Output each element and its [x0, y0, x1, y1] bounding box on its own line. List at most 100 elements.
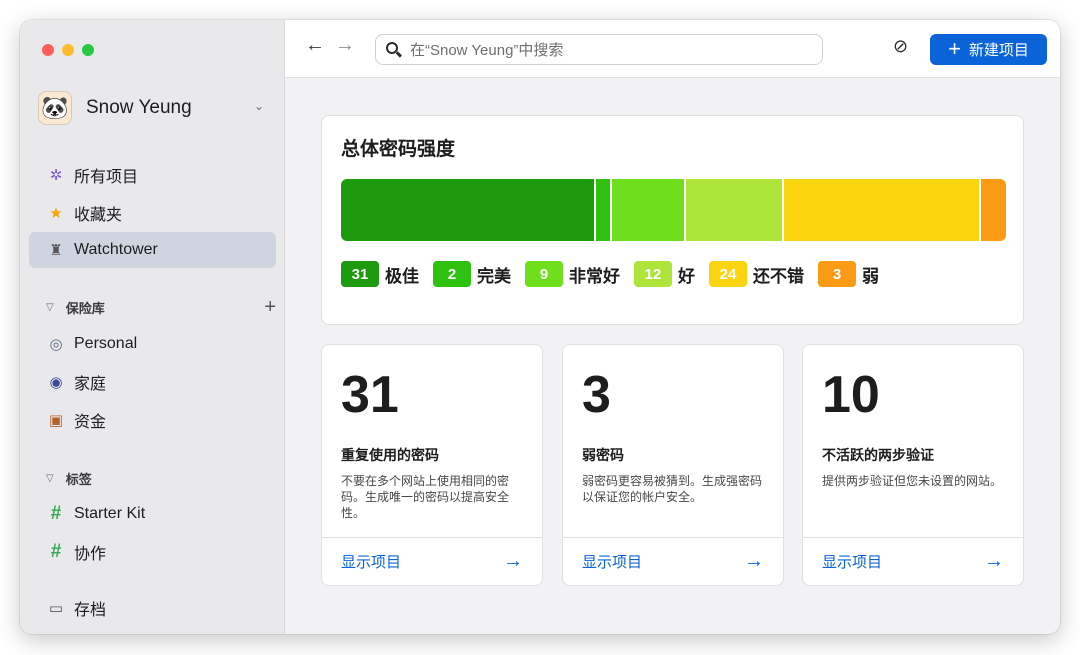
strength-level-label: 弱 — [862, 266, 879, 286]
close-window-button[interactable] — [42, 44, 54, 56]
strength-level-label: 极佳 — [385, 266, 419, 286]
account-switcher[interactable]: 🐼 Snow Yeung ⌄ — [38, 90, 270, 126]
strength-legend-item: 31 极佳 — [341, 261, 419, 287]
inactive-2fa-card: 10 不活跃的两步验证 提供两步验证但您未设置的网站。 显示项目 → — [802, 344, 1024, 586]
sidebar-item-label: Starter Kit — [74, 505, 146, 522]
sidebar-item-tag-collab[interactable]: # 协作 — [29, 534, 276, 570]
strength-count-badge: 3 — [818, 261, 856, 287]
archive-icon: ▭ — [48, 600, 64, 617]
strength-title: 总体密码强度 — [341, 139, 456, 160]
strength-count-badge: 2 — [433, 261, 471, 287]
window-controls — [42, 44, 94, 56]
show-items-label: 显示项目 — [822, 554, 883, 571]
stat-description: 不要在多个网站上使用相同的密码。生成唯一的密码以提高安全性。 — [341, 474, 510, 520]
avatar: 🐼 — [38, 91, 72, 125]
show-items-link[interactable]: 显示项目 → — [563, 537, 783, 585]
stat-title: 弱密码 — [582, 447, 624, 463]
plus-icon: + — [948, 35, 961, 61]
tags-section-header[interactable]: ▽ 标签 — [46, 466, 276, 490]
search-input[interactable]: 在“Snow Yeung”中搜索 — [375, 34, 823, 65]
star-icon: ★ — [49, 205, 63, 222]
app-window: 🐼 Snow Yeung ⌄ ✲ 所有项目 ★ 收藏夹 ♜ Watchtower… — [20, 20, 1060, 634]
section-label: 标签 — [65, 471, 92, 487]
strength-bar-segment — [981, 179, 1006, 241]
toolbar: ← → 在“Snow Yeung”中搜索 ⊘ + 新建项目 — [285, 20, 1060, 78]
arrow-right-icon: → — [503, 550, 523, 572]
account-name: Snow Yeung — [86, 97, 192, 118]
strength-bar — [341, 179, 1006, 241]
strength-bar-segment — [784, 179, 982, 241]
stat-number: 10 — [822, 366, 880, 424]
strength-count-badge: 12 — [634, 261, 672, 287]
sidebar-item-label: 家庭 — [74, 376, 107, 393]
chevron-down-icon: ▽ — [46, 472, 54, 484]
sidebar-item-label: 协作 — [74, 546, 107, 563]
strength-level-label: 还不错 — [753, 266, 804, 286]
zoom-window-button[interactable] — [82, 44, 94, 56]
sidebar-item-label: Watchtower — [74, 241, 158, 258]
sidebar-item-favorites[interactable]: ★ 收藏夹 — [29, 195, 276, 231]
show-items-label: 显示项目 — [341, 554, 402, 571]
strength-legend-item: 24 还不错 — [709, 261, 804, 287]
chevron-down-icon: ▽ — [46, 301, 54, 313]
chevron-down-icon: ⌄ — [253, 99, 264, 113]
new-item-label: 新建项目 — [968, 42, 1029, 59]
strength-legend: 31 极佳 2 完美 9 非常好 12 好 24 还不错 3 弱 — [341, 261, 893, 287]
sidebar-item-label: 所有项目 — [74, 169, 139, 186]
show-items-link[interactable]: 显示项目 → — [322, 537, 542, 585]
sidebar-item-watchtower[interactable]: ♜ Watchtower — [29, 232, 276, 268]
vault-icon: ◉ — [49, 374, 63, 391]
strength-bar-segment — [611, 179, 686, 241]
hash-icon: # — [50, 503, 62, 524]
search-placeholder: 在“Snow Yeung”中搜索 — [410, 42, 564, 59]
strength-count-badge: 24 — [709, 261, 747, 287]
main-content: ← → 在“Snow Yeung”中搜索 ⊘ + 新建项目 总体密码强度 31 极… — [285, 20, 1060, 634]
sidebar-item-tag-starter-kit[interactable]: # Starter Kit — [29, 496, 276, 532]
sidebar-item-vault-funds[interactable]: ▣ 资金 — [29, 402, 276, 438]
add-vault-button[interactable]: + — [264, 296, 276, 319]
arrow-right-icon: → — [984, 550, 1004, 572]
sidebar-item-archive[interactable]: ▭ 存档 — [29, 590, 276, 626]
show-items-label: 显示项目 — [582, 554, 643, 571]
sidebar-item-label: 资金 — [74, 414, 107, 431]
sidebar-item-label: 存档 — [74, 602, 107, 619]
sidebar-item-vault-personal[interactable]: ◎ Personal — [29, 326, 276, 362]
all-items-icon: ✲ — [49, 167, 63, 184]
vault-icon: ◎ — [49, 336, 63, 353]
stat-number: 31 — [341, 366, 399, 424]
stat-title: 重复使用的密码 — [341, 447, 439, 463]
reused-passwords-card: 31 重复使用的密码 不要在多个网站上使用相同的密码。生成唯一的密码以提高安全性… — [321, 344, 543, 586]
strength-level-label: 非常好 — [569, 266, 620, 286]
sidebar-item-label: Personal — [74, 335, 138, 352]
hash-icon: # — [50, 541, 62, 562]
strength-legend-item: 2 完美 — [433, 261, 511, 287]
password-strength-card: 总体密码强度 31 极佳 2 完美 9 非常好 12 好 24 还不错 3 弱 — [321, 115, 1024, 325]
arrow-right-icon: → — [744, 550, 764, 572]
vaults-section-header[interactable]: ▽ 保险库 + — [46, 295, 276, 319]
strength-legend-item: 3弱 — [818, 261, 879, 287]
sidebar-item-all-items[interactable]: ✲ 所有项目 — [29, 157, 276, 193]
new-item-button[interactable]: + 新建项目 — [930, 34, 1047, 65]
tower-icon: ♜ — [49, 242, 63, 259]
hide-icon[interactable]: ⊘ — [893, 36, 908, 57]
minimize-window-button[interactable] — [62, 44, 74, 56]
sidebar-item-vault-family[interactable]: ◉ 家庭 — [29, 364, 276, 400]
sidebar-item-label: 收藏夹 — [74, 207, 123, 224]
strength-count-badge: 31 — [341, 261, 379, 287]
weak-passwords-card: 3 弱密码 弱密码更容易被猜到。生成强密码以保证您的帐户安全。 显示项目 → — [562, 344, 784, 586]
forward-arrow-icon[interactable]: → — [335, 34, 355, 57]
show-items-link[interactable]: 显示项目 → — [803, 537, 1023, 585]
stat-title: 不活跃的两步验证 — [822, 447, 934, 463]
vault-icon: ▣ — [48, 412, 64, 429]
stat-description: 提供两步验证但您未设置的网站。 — [822, 474, 1003, 488]
strength-legend-item: 12 好 — [634, 261, 695, 287]
back-arrow-icon[interactable]: ← — [305, 34, 325, 57]
strength-level-label: 完美 — [477, 266, 511, 286]
strength-bar-segment — [685, 179, 785, 241]
strength-bar-segment — [595, 179, 612, 241]
section-label: 保险库 — [65, 300, 105, 316]
strength-count-badge: 9 — [525, 261, 563, 287]
search-icon — [386, 41, 403, 58]
strength-legend-item: 9 非常好 — [525, 261, 620, 287]
stat-description: 弱密码更容易被猜到。生成强密码以保证您的帐户安全。 — [582, 474, 763, 504]
